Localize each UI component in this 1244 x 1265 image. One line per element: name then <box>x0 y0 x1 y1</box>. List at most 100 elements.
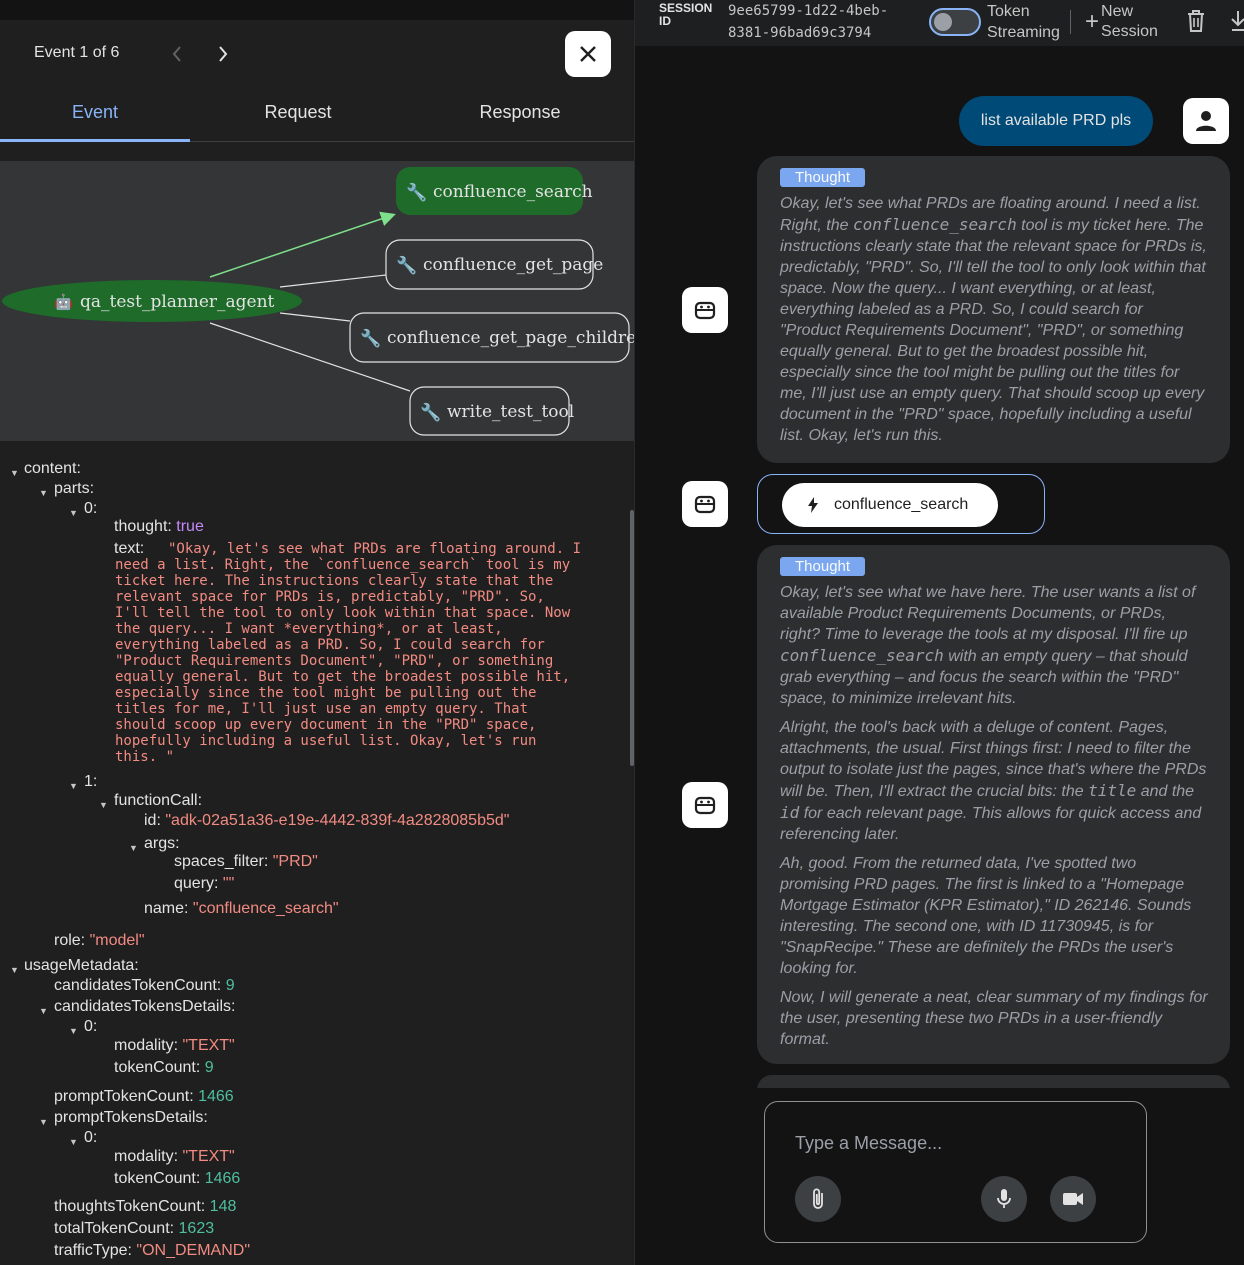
session-label-line: ID <box>659 14 671 28</box>
json-text-value-line: everything labeled as a PRD. So, I could… <box>115 637 545 653</box>
json-value: "model" <box>89 932 145 949</box>
json-key: functionCall: <box>114 792 203 809</box>
json-text-value-line: ticket here. The instructions clearly st… <box>115 573 554 589</box>
session-id-line: 8381-96bad69c3794 <box>728 25 872 41</box>
expand-toggle-icon[interactable]: ▼ <box>39 1117 48 1127</box>
toggle-knob <box>934 13 952 31</box>
next-event-button[interactable] <box>212 40 234 68</box>
token-streaming-toggle[interactable] <box>929 8 981 36</box>
tab-event[interactable]: Event <box>0 102 190 123</box>
json-text-value-line-0: "Okay, let's see what PRDs are floating … <box>168 541 582 557</box>
agent-graph: 🤖 qa_test_planner_agent 🔧 confluence_sea… <box>0 161 634 441</box>
json-value: "ON_DEMAND" <box>136 1242 251 1259</box>
session-id-label: SESSION ID <box>659 2 712 28</box>
json-key: content: <box>24 460 81 477</box>
json-key: usageMetadata: <box>24 957 139 974</box>
expand-toggle-icon[interactable]: ▼ <box>69 1026 78 1036</box>
json-key: modality: <box>114 1148 179 1165</box>
json-value: "confluence_search" <box>192 900 339 917</box>
inline-code: title <box>1088 781 1137 800</box>
json-value: "PRD" <box>272 853 318 870</box>
event-counter: Event 1 of 6 <box>34 44 120 61</box>
json-value: 148 <box>209 1198 237 1215</box>
json-key: role: <box>54 932 86 949</box>
active-tab-indicator <box>0 139 190 142</box>
tool-label: confluence_search <box>433 182 593 202</box>
expand-toggle-icon[interactable]: ▼ <box>10 965 19 975</box>
tool-label: write_test_tool <box>447 402 574 422</box>
expand-toggle-icon[interactable]: ▼ <box>39 488 48 498</box>
thought-text-part: and the <box>1136 783 1195 800</box>
download-button[interactable] <box>1231 9 1244 35</box>
expand-toggle-icon[interactable]: ▼ <box>69 508 78 518</box>
json-text-value-line: "Product Requirements Document", "PRD", … <box>115 653 554 669</box>
function-call-chip[interactable]: confluence_search <box>782 483 998 527</box>
new-session-button[interactable]: + New Session <box>1085 2 1158 42</box>
expand-toggle-icon[interactable]: ▼ <box>69 781 78 791</box>
user-avatar <box>1183 98 1229 144</box>
prev-event-button[interactable] <box>166 40 188 68</box>
thought-text: Okay, let's see what we have here. The u… <box>780 582 1208 1050</box>
robot-icon <box>694 495 716 514</box>
chat-panel: SESSION ID 9ee65799-1d22-4beb- 8381-96ba… <box>634 0 1244 1265</box>
new-session-line: Session <box>1101 23 1158 40</box>
robot-icon <box>694 301 716 320</box>
thought-text-part: tool is my ticket here. The instructions… <box>780 217 1207 444</box>
thought-paragraph: Now, I will generate a neat, clear summa… <box>780 989 1208 1048</box>
thought-badge: Thought <box>780 168 866 187</box>
json-value: true <box>176 518 204 535</box>
robot-icon: 🤖 <box>54 293 73 311</box>
expand-toggle-icon[interactable]: ▼ <box>69 1137 78 1147</box>
expand-toggle-icon[interactable]: ▼ <box>99 800 108 810</box>
json-key: promptTokenCount: <box>54 1088 194 1105</box>
chevron-right-icon <box>219 46 228 62</box>
attach-button[interactable] <box>795 1176 841 1222</box>
agent-node-label: qa_test_planner_agent <box>80 292 275 312</box>
json-text-value-line: relevant space for PRDs is, predictably,… <box>115 589 545 605</box>
tab-request[interactable]: Request <box>200 102 396 123</box>
json-key: candidatesTokensDetails: <box>54 998 236 1015</box>
chevron-left-icon <box>172 46 181 62</box>
bot-avatar <box>682 481 728 527</box>
video-button[interactable] <box>1050 1176 1096 1222</box>
trash-icon <box>1188 10 1204 32</box>
message-input-box[interactable]: Type a Message... <box>764 1101 1147 1243</box>
json-key: 1: <box>84 773 98 790</box>
thought-badge: Thought <box>780 557 866 576</box>
json-key: query: <box>174 875 219 892</box>
edge-get-children <box>279 312 351 322</box>
microphone-icon <box>997 1189 1011 1208</box>
json-key: text: <box>114 540 145 557</box>
expand-toggle-icon[interactable]: ▼ <box>129 843 138 853</box>
json-text-value-line: need a list. Right, the `confluence_sear… <box>115 557 571 573</box>
expand-toggle-icon[interactable]: ▼ <box>10 468 19 478</box>
json-key: 0: <box>84 1018 98 1035</box>
tool-label: confluence_get_page <box>423 255 603 275</box>
function-call-container: confluence_search <box>757 474 1045 534</box>
session-id-value: 9ee65799-1d22-4beb- 8381-96bad69c3794 <box>728 0 928 44</box>
edge-get-page <box>279 274 387 288</box>
json-value: 1466 <box>204 1170 241 1187</box>
close-button[interactable] <box>565 31 611 77</box>
delete-session-button[interactable] <box>1186 9 1208 35</box>
wrench-icon: 🔧 <box>360 328 381 348</box>
tab-response[interactable]: Response <box>410 102 630 123</box>
json-key: tokenCount: <box>114 1059 201 1076</box>
message-input[interactable]: Type a Message... <box>795 1133 942 1154</box>
json-key: trafficType: <box>54 1242 132 1259</box>
json-text-value-line: I'll tell the tool to only look within t… <box>115 605 571 621</box>
bot-avatar <box>682 782 728 828</box>
json-value: "TEXT" <box>182 1148 235 1165</box>
token-streaming-line: Token <box>987 3 1030 20</box>
json-value: 9 <box>225 977 235 994</box>
session-id-line: 9ee65799-1d22-4beb- <box>728 3 889 19</box>
microphone-button[interactable] <box>981 1176 1027 1222</box>
json-key: totalTokenCount: <box>54 1220 175 1237</box>
json-key: promptTokensDetails: <box>54 1109 208 1126</box>
close-icon <box>580 46 596 62</box>
json-text-value-line: titles for me, I'll just use an empty qu… <box>115 701 529 717</box>
inline-code: id <box>780 803 800 822</box>
chat-toolbar: SESSION ID 9ee65799-1d22-4beb- 8381-96ba… <box>635 0 1244 46</box>
event-inspector-panel: Event 1 of 6 Event Request Response 🤖 qa… <box>0 0 634 1265</box>
expand-toggle-icon[interactable]: ▼ <box>39 1006 48 1016</box>
